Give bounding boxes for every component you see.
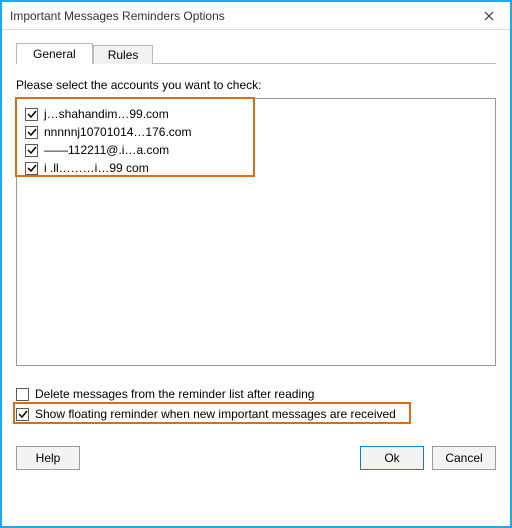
check-icon [18,409,28,419]
option-floating-wrap: Show floating reminder when new importan… [16,404,496,424]
check-icon [27,109,37,119]
window-frame: Important Messages Reminders Options Gen… [0,0,512,528]
tab-general-label: General [33,47,76,61]
account-row[interactable]: j…shahandim…99.com [25,105,487,123]
tab-rules[interactable]: Rules [93,45,154,64]
accounts-prompt: Please select the accounts you want to c… [16,78,496,92]
delete-after-label: Delete messages from the reminder list a… [35,387,314,401]
close-button[interactable] [468,2,510,29]
tab-strip: General Rules [16,40,496,64]
account-row[interactable]: ——112211@.i…a.com [25,141,487,159]
tab-rules-label: Rules [108,48,139,62]
check-icon [27,163,37,173]
account-label: j…shahandim…99.com [44,107,169,121]
account-row[interactable]: i .ll………i…99 com [25,159,487,177]
account-row[interactable]: nnnnnj10701014…176.com [25,123,487,141]
cancel-button-label: Cancel [445,451,482,465]
account-label: nnnnnj10701014…176.com [44,125,191,139]
titlebar: Important Messages Reminders Options [2,2,510,30]
button-bar: Help Ok Cancel [16,446,496,470]
close-icon [484,11,494,21]
floating-checkbox[interactable] [16,408,29,421]
tab-general[interactable]: General [16,43,93,64]
account-checkbox[interactable] [25,144,38,157]
help-button[interactable]: Help [16,446,80,470]
account-checkbox[interactable] [25,126,38,139]
account-label: ——112211@.i…a.com [44,143,169,157]
check-icon [27,145,37,155]
account-checkbox[interactable] [25,108,38,121]
floating-label: Show floating reminder when new importan… [35,407,396,421]
tabpanel-general: Please select the accounts you want to c… [16,64,496,514]
help-button-label: Help [36,451,61,465]
delete-after-checkbox[interactable] [16,388,29,401]
accounts-list[interactable]: j…shahandim…99.com nnnnnj10701014…176.co… [16,98,496,366]
option-delete-after-reading[interactable]: Delete messages from the reminder list a… [16,384,496,404]
ok-button-label: Ok [384,451,399,465]
account-checkbox[interactable] [25,162,38,175]
check-icon [27,127,37,137]
client-area: General Rules Please select the accounts… [2,30,510,526]
cancel-button[interactable]: Cancel [432,446,496,470]
window-title: Important Messages Reminders Options [10,9,468,23]
account-label: i .ll………i…99 com [44,161,149,175]
ok-button[interactable]: Ok [360,446,424,470]
options-group: Delete messages from the reminder list a… [16,384,496,424]
option-show-floating-reminder[interactable]: Show floating reminder when new importan… [16,404,496,424]
